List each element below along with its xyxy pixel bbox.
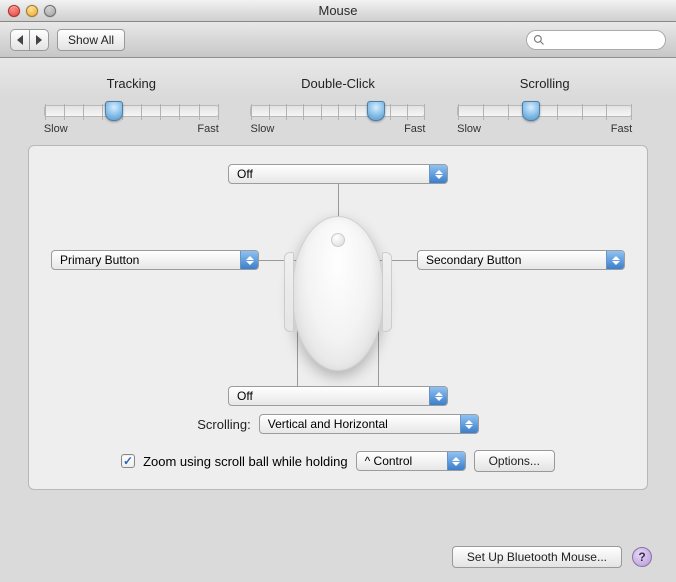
- scrolling-mode-popup[interactable]: Vertical and Horizontal: [259, 414, 479, 434]
- zoom-checkbox-label: Zoom using scroll ball while holding: [143, 454, 348, 469]
- show-all-button[interactable]: Show All: [57, 29, 125, 51]
- nav-forward-button[interactable]: [29, 29, 49, 51]
- tracking-max-label: Fast: [197, 123, 218, 135]
- close-window-button[interactable]: [8, 5, 20, 17]
- zoom-modifier-popup[interactable]: ^ Control: [356, 451, 466, 471]
- tracking-thumb[interactable]: [105, 101, 123, 121]
- scrolling-min-label: Slow: [457, 123, 481, 135]
- nav-segment: [10, 29, 49, 51]
- help-button[interactable]: ?: [632, 547, 652, 567]
- popup-arrows-icon: [429, 165, 447, 183]
- search-field[interactable]: [526, 30, 666, 50]
- window-title: Mouse: [0, 3, 676, 18]
- scroll-ball-action-popup[interactable]: Off: [228, 164, 448, 184]
- toolbar: Show All: [0, 22, 676, 58]
- mouse-graphic: [292, 216, 384, 371]
- side-buttons-action-popup[interactable]: Off: [228, 386, 448, 406]
- chevron-right-icon: [36, 35, 42, 45]
- right-click-action-popup[interactable]: Secondary Button: [417, 250, 625, 270]
- tracking-min-label: Slow: [44, 123, 68, 135]
- right-click-action-value: Secondary Button: [418, 253, 606, 267]
- sliders-row: Tracking Slow Fast Double-Click Slow Fas…: [28, 76, 648, 135]
- doubleclick-slider-group: Double-Click Slow Fast: [250, 76, 425, 135]
- titlebar: Mouse: [0, 0, 676, 22]
- tracking-label: Tracking: [44, 76, 219, 91]
- left-click-action-value: Primary Button: [52, 253, 240, 267]
- scrolling-slider-group: Scrolling Slow Fast: [457, 76, 632, 135]
- popup-arrows-icon: [447, 452, 465, 470]
- doubleclick-label: Double-Click: [250, 76, 425, 91]
- setup-bluetooth-mouse-button[interactable]: Set Up Bluetooth Mouse...: [452, 546, 622, 568]
- doubleclick-slider[interactable]: [250, 105, 425, 117]
- scrolling-mode-value: Vertical and Horizontal: [260, 417, 460, 431]
- popup-arrows-icon: [429, 387, 447, 405]
- side-buttons-action-value: Off: [229, 389, 429, 403]
- left-click-action-popup[interactable]: Primary Button: [51, 250, 259, 270]
- scrolling-thumb[interactable]: [522, 101, 540, 121]
- tracking-slider-group: Tracking Slow Fast: [44, 76, 219, 135]
- popup-arrows-icon: [606, 251, 624, 269]
- zoom-checkbox[interactable]: ✓: [121, 454, 135, 468]
- scrolling-label: Scrolling: [457, 76, 632, 91]
- tracking-slider[interactable]: [44, 105, 219, 117]
- scroll-ball-action-value: Off: [229, 167, 429, 181]
- mouse-scroll-ball-graphic: [331, 233, 345, 247]
- search-icon: [533, 34, 545, 46]
- scrolling-max-label: Fast: [611, 123, 632, 135]
- mouse-left-side-button-graphic: [284, 252, 294, 332]
- window-controls: [8, 5, 56, 17]
- popup-arrows-icon: [460, 415, 478, 433]
- zoom-options-button[interactable]: Options...: [474, 450, 555, 472]
- content: Tracking Slow Fast Double-Click Slow Fas…: [0, 58, 676, 582]
- scrolling-slider[interactable]: [457, 105, 632, 117]
- doubleclick-max-label: Fast: [404, 123, 425, 135]
- zoom-modifier-value: ^ Control: [357, 454, 447, 468]
- doubleclick-min-label: Slow: [250, 123, 274, 135]
- scrolling-mode-label: Scrolling:: [197, 417, 250, 432]
- nav-back-button[interactable]: [10, 29, 29, 51]
- mouse-assignment-frame: Off Primary Button Secondary Button: [28, 145, 648, 490]
- minimize-window-button[interactable]: [26, 5, 38, 17]
- chevron-left-icon: [17, 35, 23, 45]
- zoom-window-button[interactable]: [44, 5, 56, 17]
- popup-arrows-icon: [240, 251, 258, 269]
- search-input[interactable]: [549, 32, 659, 48]
- mouse-right-side-button-graphic: [382, 252, 392, 332]
- checkmark-icon: ✓: [123, 455, 133, 467]
- doubleclick-thumb[interactable]: [367, 101, 385, 121]
